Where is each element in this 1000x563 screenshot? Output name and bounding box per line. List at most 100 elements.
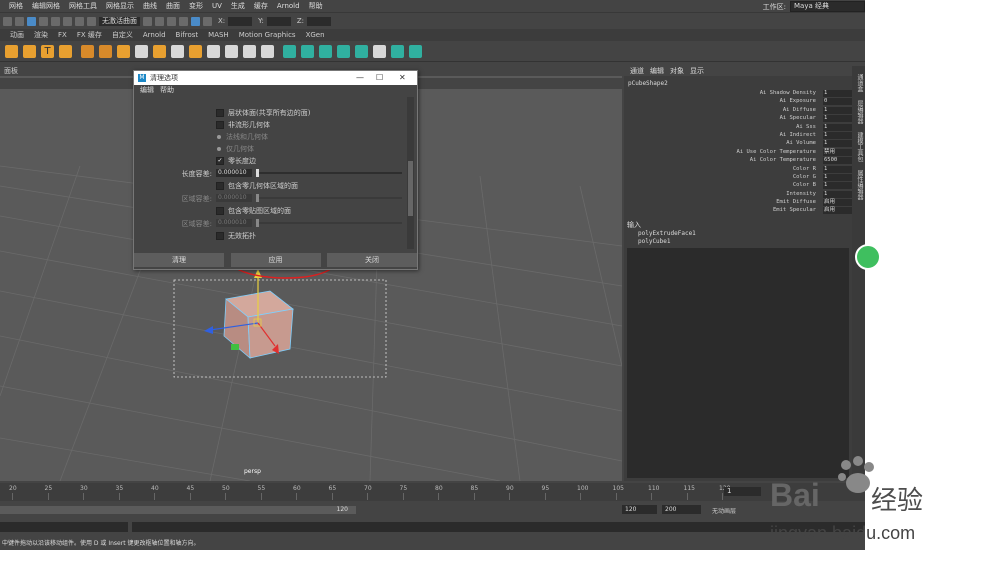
cube-icon[interactable]	[23, 44, 36, 58]
attribute-row[interactable]: Color G1	[624, 173, 852, 182]
close-button[interactable]: 关闭	[327, 253, 417, 267]
svg-icon[interactable]	[59, 44, 72, 58]
select-hierarchy-icon[interactable]	[3, 16, 12, 26]
checkbox[interactable]	[216, 207, 224, 215]
close-icon[interactable]: ✕	[399, 73, 406, 82]
option-zero-map-area-faces[interactable]: 包含零贴图区域的面	[216, 206, 291, 216]
snap-grid-icon[interactable]	[39, 16, 48, 26]
shelf-tab-motion-graphics[interactable]: Motion Graphics	[239, 31, 296, 39]
length-tolerance-field[interactable]: 0.000010	[216, 169, 252, 177]
snap-plane-icon[interactable]	[75, 16, 84, 26]
checkbox[interactable]	[216, 232, 224, 240]
attribute-row[interactable]: Intensity 1	[624, 190, 852, 199]
smooth-icon[interactable]	[117, 44, 130, 58]
unfold-icon[interactable]	[337, 44, 350, 58]
side-tab-modeling-toolkit[interactable]: 建模工具包	[855, 132, 864, 162]
area-tolerance-slider[interactable]	[256, 194, 402, 202]
map-area-tolerance-field[interactable]: 0.000010	[216, 219, 252, 227]
attribute-row[interactable]: Emit Diffuse 启用	[624, 199, 852, 207]
shelf-tab-xgen[interactable]: XGen	[306, 31, 325, 39]
dialog-menu-help[interactable]: 帮助	[160, 85, 174, 95]
multicut-icon[interactable]	[207, 44, 220, 58]
option-invalid-topology[interactable]: 无效拓扑	[216, 231, 256, 241]
input-node[interactable]: polyExtrudeFace1	[638, 230, 852, 238]
side-tab-attribute-editor[interactable]: 属性编辑器	[855, 170, 864, 200]
select-component-icon[interactable]	[27, 16, 36, 26]
snap-surface-icon[interactable]	[87, 16, 96, 26]
checkbox-checked[interactable]: ✓	[216, 157, 224, 165]
menu-item-uv[interactable]: UV	[212, 2, 222, 10]
shelf-tab-bifrost[interactable]: Bifrost	[176, 31, 199, 39]
pause-icon[interactable]	[203, 16, 212, 26]
sew-uv-icon[interactable]	[409, 44, 422, 58]
render-settings-icon[interactable]	[179, 16, 188, 26]
minimize-icon[interactable]: —	[356, 73, 364, 82]
input-node[interactable]: polyCube1	[638, 238, 852, 246]
auto-map-icon[interactable]	[319, 44, 332, 58]
attribute-row[interactable]: Ai Indirect 1	[624, 131, 852, 140]
shelf-tab-fx-caching[interactable]: FX 缓存	[77, 30, 102, 40]
merge-icon[interactable]	[261, 44, 274, 58]
bridge-icon[interactable]	[171, 44, 184, 58]
viewport-panel-menu[interactable]: 面板	[4, 67, 18, 75]
shelf-tab-animation[interactable]: 动画	[10, 30, 24, 40]
menu-item-generate[interactable]: 生成	[231, 1, 245, 11]
history-icon[interactable]	[143, 16, 152, 26]
side-tab-channel-box[interactable]: 通道盒	[855, 74, 864, 92]
apply-button[interactable]: 应用	[230, 253, 321, 267]
text-icon[interactable]: T	[41, 44, 54, 58]
shelf-tab-rendering[interactable]: 渲染	[34, 30, 48, 40]
anim-layer-option[interactable]: 无动画层	[712, 505, 736, 515]
scrollbar-thumb[interactable]	[408, 161, 413, 216]
range-end-field[interactable]: 200	[662, 505, 701, 514]
option-nonmanifold[interactable]: 非流形几何体	[216, 120, 270, 130]
checker-icon[interactable]	[373, 44, 386, 58]
checkbox[interactable]	[216, 182, 224, 190]
shelf-tab-arnold[interactable]: Arnold	[143, 31, 166, 39]
attribute-row[interactable]: Color R1	[624, 165, 852, 174]
attribute-row[interactable]: Ai Use Color Temperature 禁用	[624, 148, 852, 157]
current-frame-field[interactable]: 1	[724, 487, 761, 496]
menu-item-surfaces[interactable]: 曲面	[166, 1, 180, 11]
shelf-tab-mash[interactable]: MASH	[208, 31, 229, 39]
dialog-scrollbar[interactable]	[407, 97, 414, 249]
attribute-row[interactable]: Ai Shadow Density 1	[624, 90, 852, 98]
attribute-row[interactable]: Ai Color Temperature 6500	[624, 157, 852, 165]
length-tolerance-slider[interactable]	[256, 169, 402, 177]
bevel-icon[interactable]	[189, 44, 202, 58]
option-lamina-faces[interactable]: 层状体面(共享所有边的面)	[216, 108, 310, 118]
shelf-tab-fx[interactable]: FX	[58, 31, 67, 39]
x-field[interactable]	[228, 16, 253, 26]
sphere-icon[interactable]	[5, 44, 18, 58]
cut-uv-icon[interactable]	[391, 44, 404, 58]
menu-item-deform[interactable]: 变形	[189, 1, 203, 11]
render-icon[interactable]	[155, 16, 164, 26]
live-surface-field[interactable]: 无激活曲面	[99, 16, 140, 26]
checkbox[interactable]	[216, 121, 224, 129]
menu-item-edit-mesh[interactable]: 编辑网格	[32, 1, 60, 11]
option-geometry-only[interactable]: 仅几何体	[216, 144, 254, 154]
uv-editor-icon[interactable]	[283, 44, 296, 58]
channel-box-tab-edit[interactable]: 编辑	[650, 66, 664, 76]
time-slider[interactable]: 20 25 30 35 40 45 50 55 60 65 70 75 80 85 90 95 100 105 11…	[0, 483, 865, 501]
attribute-row[interactable]: Emit Specular 启用	[624, 207, 852, 215]
assistant-float-button[interactable]	[855, 244, 881, 270]
cleanup-button[interactable]: 清理	[134, 253, 224, 267]
menu-item-mesh-display[interactable]: 网格显示	[106, 1, 134, 11]
slider-handle[interactable]	[256, 194, 259, 202]
menu-item-cache[interactable]: 缓存	[254, 1, 268, 11]
menu-item-help[interactable]: 帮助	[309, 1, 323, 11]
z-field[interactable]	[307, 16, 332, 26]
area-tolerance-field[interactable]: 0.000010	[216, 194, 252, 202]
channel-box-tab-show[interactable]: 显示	[690, 66, 704, 76]
menu-item-mesh-tools[interactable]: 网格工具	[69, 1, 97, 11]
map-area-tolerance-slider[interactable]	[256, 219, 402, 227]
snap-point-icon[interactable]	[63, 16, 72, 26]
maximize-icon[interactable]: ☐	[376, 73, 383, 82]
dialog-menu-edit[interactable]: 编辑	[140, 85, 154, 95]
node-name[interactable]: pCubeShape2	[628, 80, 852, 87]
separate-icon[interactable]	[99, 44, 112, 58]
slider-handle[interactable]	[256, 219, 259, 227]
select-object-icon[interactable]	[15, 16, 24, 26]
attribute-row[interactable]: Ai Exposure 0	[624, 98, 852, 106]
